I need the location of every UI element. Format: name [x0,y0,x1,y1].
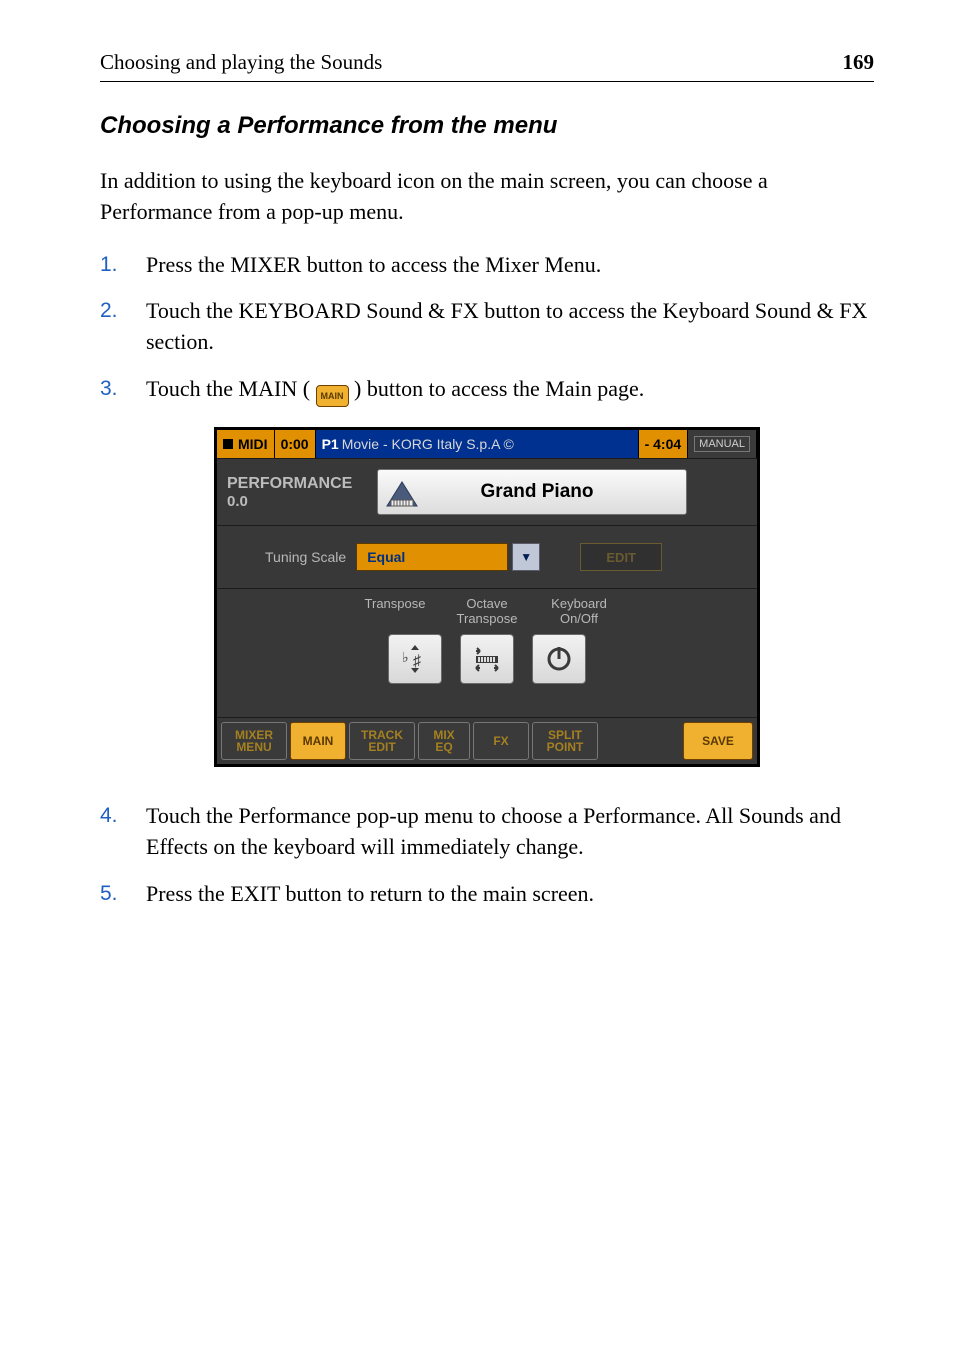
midi-label: MIDI [238,436,268,452]
step-number: 3. [100,374,118,403]
step-2: 2. Touch the KEYBOARD Sound & FX button … [100,296,874,358]
keyboard-icon [384,476,420,508]
steps-list-continued: 4. Touch the Performance pop-up menu to … [100,801,874,909]
tab-split-point[interactable]: SPLIT POINT [532,722,598,760]
performance-number: 0.0 [227,493,377,510]
titlebar-left-time: 0:00 [275,430,316,458]
intro-paragraph: In addition to using the keyboard icon o… [100,166,874,228]
titlebar-right-time: - 4:04 [639,430,689,458]
manual-button[interactable]: MANUAL [694,436,750,452]
step-number: 1. [100,250,118,279]
titlebar-song: P1 Movie - KORG Italy S.p.A © [316,430,639,458]
steps-list: 1. Press the MIXER button to access the … [100,250,874,408]
titlebar-manual[interactable]: MANUAL [688,430,757,458]
header-title: Choosing and playing the Sounds [100,50,382,75]
step-5: 5. Press the EXIT button to return to th… [100,879,874,910]
song-prefix: P1 [322,436,339,452]
page-header: Choosing and playing the Sounds 169 [100,50,874,82]
step-text: Touch the KEYBOARD Sound & FX button to … [146,298,867,354]
step-number: 4. [100,801,118,830]
bottom-tab-bar: MIXER MENU MAIN TRACK EDIT MIX EQ FX SPL… [217,718,757,764]
keyboard-onoff-label: Keyboard On/Off [533,597,625,626]
edit-button[interactable]: EDIT [580,543,662,571]
tab-main[interactable]: MAIN [290,722,346,760]
octave-transpose-button[interactable] [460,634,514,684]
step-3: 3. Touch the MAIN ( MAIN ) button to acc… [100,374,874,407]
step-text-post: ) button to access the Main page. [354,376,644,401]
section-subheading: Choosing a Performance from the menu [100,112,874,140]
step-4: 4. Touch the Performance pop-up menu to … [100,801,874,863]
device-screenshot: MIDI 0:00 P1 Movie - KORG Italy S.p.A © … [214,427,760,767]
step-number: 2. [100,296,118,325]
keyboard-onoff-button[interactable] [532,634,586,684]
tab-mix-eq[interactable]: MIX EQ [418,722,470,760]
titlebar-midi: MIDI [217,430,275,458]
step-text-pre: Touch the MAIN ( [146,376,310,401]
tab-track-edit[interactable]: TRACK EDIT [349,722,415,760]
octave-transpose-label: Octave Transpose [441,597,533,626]
step-text: Press the EXIT button to return to the m… [146,881,594,906]
step-number: 5. [100,879,118,908]
tuning-scale-dropdown[interactable]: Equal ▼ [356,543,540,571]
step-text: Touch the Performance pop-up menu to cho… [146,803,841,859]
tab-fx[interactable]: FX [473,722,529,760]
tuning-scale-value: Equal [356,543,508,571]
svg-text:♯: ♯ [413,653,421,670]
performance-popup-button[interactable]: Grand Piano [377,469,687,515]
song-title: Movie - KORG Italy S.p.A © [342,436,514,452]
main-button-icon: MAIN [316,385,349,407]
chevron-down-icon[interactable]: ▼ [512,543,540,571]
tuning-scale-label: Tuning Scale [265,549,346,565]
tab-mixer-menu[interactable]: MIXER MENU [221,722,287,760]
tuning-row: Tuning Scale Equal ▼ EDIT [217,526,757,589]
performance-label-block: PERFORMANCE 0.0 [217,475,377,510]
svg-text:♭: ♭ [402,649,409,665]
transpose-button[interactable]: ♭♯ [388,634,442,684]
header-page-number: 169 [843,50,875,75]
step-text: Press the MIXER button to access the Mix… [146,252,601,277]
transpose-label: Transpose [349,597,441,626]
transpose-row: Transpose Octave Transpose Keyboard On/O… [217,589,757,718]
performance-label: PERFORMANCE [227,475,377,493]
performance-row: PERFORMANCE 0.0 [217,458,757,526]
save-button[interactable]: SAVE [683,722,753,760]
performance-name: Grand Piano [428,481,686,503]
titlebar: MIDI 0:00 P1 Movie - KORG Italy S.p.A © … [217,430,757,458]
stop-icon [223,439,233,449]
step-1: 1. Press the MIXER button to access the … [100,250,874,281]
